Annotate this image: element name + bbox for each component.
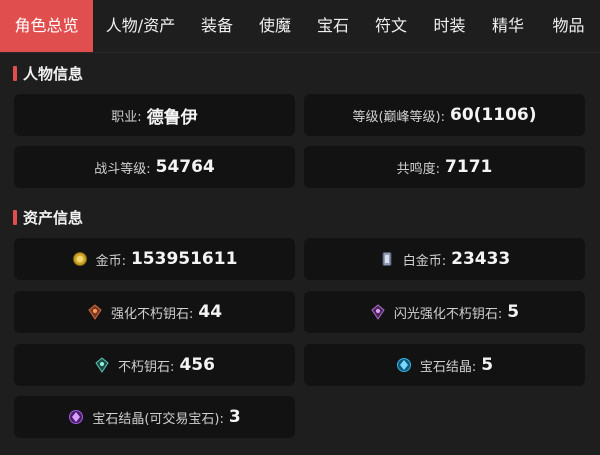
- tradeable-gem-crystal-value: 3: [228, 407, 241, 427]
- platinum-value: 23433: [451, 249, 511, 269]
- resonance-card: 共鸣度: 7171: [304, 146, 585, 188]
- flawless-reforge-stone-card: 闪光强化不朽钥石: 5: [304, 291, 585, 333]
- character-info-heading: 人物信息: [13, 63, 83, 83]
- class-label: 职业:: [111, 109, 142, 125]
- platinum-label: 白金币:: [402, 253, 447, 269]
- level-value: 60(1106): [450, 105, 537, 125]
- class-value: 德鲁伊: [146, 107, 198, 128]
- tab-character-overview[interactable]: 角色总览: [0, 0, 93, 52]
- eternal-stone-label: 不朽钥石:: [118, 359, 175, 375]
- reforge-stone-icon: [88, 304, 102, 320]
- tab-gems[interactable]: 宝石: [304, 0, 362, 52]
- section-accent-bar: [13, 65, 17, 81]
- gem-crystal-value: 5: [481, 355, 494, 375]
- tradeable-gem-crystal-card: 宝石结晶(可交易宝石): 3: [14, 396, 295, 438]
- tab-cosmetics[interactable]: 时装: [420, 0, 479, 52]
- class-card: 职业: 德鲁伊: [14, 94, 295, 136]
- gold-label: 金币:: [95, 253, 126, 269]
- reforge-stone-value: 44: [198, 302, 223, 322]
- gold-card: 金币: 153951611: [14, 238, 295, 280]
- tab-essence[interactable]: 精华: [479, 0, 537, 52]
- reforge-stone-label: 强化不朽钥石:: [110, 306, 194, 322]
- eternal-stone-icon: [95, 357, 109, 373]
- gem-crystal-label: 宝石结晶:: [419, 359, 477, 375]
- tab-items[interactable]: 物品: [537, 0, 600, 52]
- reforge-stone-card: 强化不朽钥石: 44: [14, 291, 295, 333]
- character-info-title: 人物信息: [23, 64, 84, 83]
- tab-bar: 角色总览 人物/资产 装备 使魔 宝石 符文 时装 精华 物品: [0, 0, 600, 53]
- flawless-reforge-stone-label: 闪光强化不朽钥石:: [393, 306, 503, 322]
- combat-rating-value: 54764: [155, 157, 215, 177]
- resonance-label: 共鸣度:: [396, 161, 441, 177]
- tab-familiar[interactable]: 使魔: [246, 0, 304, 52]
- assets-info-title: 资产信息: [23, 208, 84, 227]
- assets-info-heading: 资产信息: [13, 207, 83, 227]
- tab-equipment[interactable]: 装备: [188, 0, 246, 52]
- tab-character-assets[interactable]: 人物/资产: [93, 0, 188, 52]
- level-card: 等级(巅峰等级): 60(1106): [304, 94, 585, 136]
- eternal-stone-card: 不朽钥石: 456: [14, 344, 295, 386]
- gem-crystal-icon: [396, 358, 411, 372]
- flawless-reforge-stone-value: 5: [507, 302, 520, 322]
- resonance-value: 7171: [445, 157, 493, 177]
- tab-runes[interactable]: 符文: [362, 0, 420, 52]
- tradeable-gem-crystal-icon: [69, 410, 84, 424]
- gold-value: 153951611: [130, 249, 238, 269]
- combat-rating-card: 战斗等级: 54764: [14, 146, 295, 188]
- flawless-reforge-stone-icon: [371, 304, 385, 320]
- combat-rating-label: 战斗等级:: [94, 161, 151, 177]
- eternal-stone-value: 456: [179, 355, 215, 375]
- gold-coin-icon: [72, 252, 87, 266]
- level-label: 等级(巅峰等级):: [352, 109, 445, 125]
- section-accent-bar: [13, 209, 17, 225]
- gem-crystal-card: 宝石结晶: 5: [304, 344, 585, 386]
- tradeable-gem-crystal-label: 宝石结晶(可交易宝石):: [92, 411, 224, 427]
- platinum-card: 白金币: 23433: [304, 238, 585, 280]
- platinum-coin-icon: [382, 252, 392, 266]
